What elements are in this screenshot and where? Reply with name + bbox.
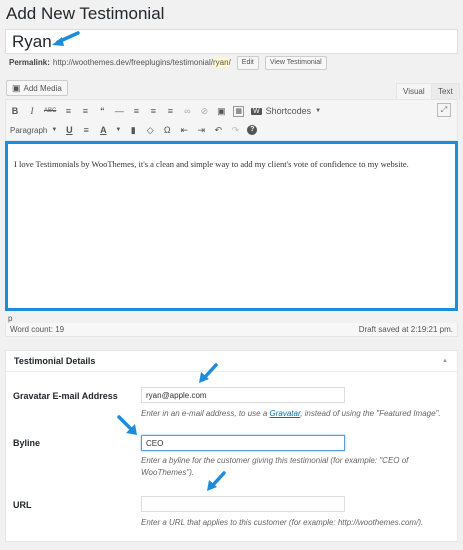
blockquote-icon[interactable]: “ — [97, 106, 107, 116]
url-description: Enter a URL that applies to this custome… — [141, 518, 424, 527]
permalink-slug: ryan — [213, 58, 229, 67]
permalink-row: Permalink: http://woothemes.dev/freeplug… — [9, 56, 327, 70]
clear-formatting-icon[interactable]: ◇ — [145, 125, 155, 136]
testimonial-details-box: Testimonial Details ▲ Gravatar E-mail Ad… — [5, 350, 458, 542]
testimonial-details-header[interactable]: Testimonial Details ▲ — [6, 351, 457, 372]
underline-icon[interactable]: U — [64, 125, 74, 135]
paragraph-label: Paragraph — [10, 125, 48, 135]
gravatar-desc-text-after: , instead of using the "Featured Image". — [300, 409, 441, 418]
editor-toolbar: B I ABC ≡ ≡ “ — ≡ ≡ ≡ ∞ ⊘ ▣ ▦ W Shortcod… — [5, 99, 458, 141]
redo-icon[interactable]: ↷ — [230, 125, 240, 136]
word-count: Word count: 19 — [10, 325, 65, 334]
paragraph-format-select[interactable]: Paragraph ▼ — [10, 126, 57, 135]
annotation-arrow-icon — [117, 415, 137, 435]
chevron-down-icon: ▼ — [51, 127, 58, 133]
horizontal-rule-icon[interactable]: — — [114, 106, 124, 116]
url-label: URL — [13, 500, 32, 510]
permalink-url[interactable]: http://woothemes.dev/freeplugins/testimo… — [53, 56, 231, 70]
annotation-arrow-icon — [52, 31, 80, 46]
permalink-label: Permalink: — [9, 58, 50, 67]
tab-visual[interactable]: Visual — [396, 83, 432, 99]
fullscreen-icon[interactable]: ⤢ — [437, 103, 451, 117]
annotation-arrow-icon — [207, 471, 226, 491]
align-left-icon[interactable]: ≡ — [131, 106, 141, 116]
editor-path: p — [8, 314, 13, 323]
chevron-down-icon: ▼ — [315, 108, 322, 114]
italic-icon[interactable]: I — [27, 106, 37, 116]
gravatar-email-label: Gravatar E-mail Address — [13, 391, 118, 401]
view-testimonial-button[interactable]: View Testimonial — [264, 56, 327, 70]
tab-text[interactable]: Text — [431, 83, 460, 99]
shortcodes-dropdown[interactable]: W Shortcodes ▼ — [250, 106, 322, 116]
bold-icon[interactable]: B — [10, 106, 20, 116]
add-media-label: Add Media — [23, 83, 62, 93]
byline-label: Byline — [13, 438, 41, 448]
byline-input[interactable] — [141, 435, 345, 451]
gravatar-email-description: Enter in an e-mail address, to use a Gra… — [141, 408, 451, 420]
numbered-list-icon[interactable]: ≡ — [80, 106, 90, 116]
testimonial-details-title: Testimonial Details — [14, 356, 96, 366]
byline-description: Enter a byline for the customer giving t… — [141, 456, 409, 477]
url-input[interactable] — [141, 496, 345, 512]
add-media-button[interactable]: ▣ Add Media — [6, 80, 68, 96]
special-char-icon[interactable]: Ω — [162, 125, 172, 135]
help-icon[interactable]: ? — [247, 125, 258, 135]
strikethrough-icon[interactable]: ABC — [44, 108, 56, 114]
toolbar-toggle-icon[interactable]: ▦ — [233, 105, 244, 117]
shortcodes-label: Shortcodes — [265, 106, 312, 116]
gravatar-email-input[interactable] — [141, 387, 345, 403]
undo-icon[interactable]: ↶ — [213, 125, 223, 136]
editor-statusbar: Word count: 19 Draft saved at 2:19:21 pm… — [5, 323, 458, 337]
permalink-trail: / — [228, 58, 231, 67]
shortcodes-icon: W — [250, 107, 262, 115]
indent-icon[interactable]: ⇥ — [196, 125, 206, 136]
read-more-icon[interactable]: ▣ — [216, 106, 226, 117]
bulleted-list-icon[interactable]: ≡ — [63, 106, 73, 116]
editor-content: I love Testimonials by WooThemes, it's a… — [14, 159, 409, 169]
align-right-icon[interactable]: ≡ — [165, 106, 175, 116]
gravatar-link[interactable]: Gravatar — [270, 409, 301, 418]
unlink-icon[interactable]: ⊘ — [199, 106, 209, 117]
editor-content-area[interactable]: I love Testimonials by WooThemes, it's a… — [5, 141, 458, 311]
page-title: Add New Testimonial — [6, 4, 165, 23]
paste-text-icon[interactable]: ▮ — [128, 125, 138, 136]
link-icon[interactable]: ∞ — [182, 106, 192, 116]
edit-permalink-button[interactable]: Edit — [236, 56, 259, 70]
gravatar-desc-text: Enter in an e-mail address, to use a — [141, 409, 270, 418]
annotation-arrow-icon — [199, 363, 218, 383]
permalink-base: http://woothemes.dev/freeplugins/testimo… — [52, 58, 213, 67]
text-color-icon[interactable]: A — [98, 125, 108, 135]
media-icon: ▣ — [12, 82, 21, 93]
collapse-toggle-icon[interactable]: ▲ — [442, 358, 448, 364]
draft-saved-status: Draft saved at 2:19:21 pm. — [358, 325, 453, 334]
justify-icon[interactable]: ≡ — [81, 125, 91, 135]
align-center-icon[interactable]: ≡ — [148, 106, 158, 116]
outdent-icon[interactable]: ⇤ — [179, 125, 189, 136]
text-color-dropdown-icon[interactable]: ▼ — [115, 127, 121, 133]
